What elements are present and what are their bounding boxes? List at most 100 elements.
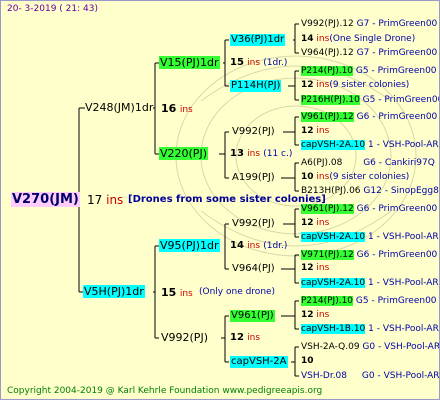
gen1-dam-ins-value: 15 xyxy=(161,286,177,299)
gen1-sire-ins: 16 ins xyxy=(161,103,193,115)
gen4-gen: G6 xyxy=(356,112,370,122)
gen4-group: VSH-Pool-AR xyxy=(384,342,440,352)
gen3-b1-ins: 12 ins xyxy=(301,127,329,136)
gen2-b-note: (11 c.) xyxy=(263,149,293,159)
gen4-group: PrimGreen00 xyxy=(378,112,438,122)
gen4-group: VSH-Pool-AR xyxy=(382,324,439,334)
gen4-gen: G7 xyxy=(356,19,370,29)
gen3-b2-ins: 10 ins(9 sister colonies) xyxy=(301,173,409,182)
gen3-c1-ins-label: ins xyxy=(316,218,330,228)
gen4-name: capVSH-2A.10 xyxy=(301,232,366,242)
gen2-a-name: V15(PJ)1dr xyxy=(159,56,220,69)
gen3-d2-name: capVSH-2A xyxy=(230,356,288,368)
gen3-c1-ins-value: 12 xyxy=(301,218,314,228)
gen2-c-ins: 14 ins (1dr.) xyxy=(230,241,287,251)
gen3-b1-ins-value: 12 xyxy=(301,126,314,136)
gen1-dam-note: (Only one drone) xyxy=(199,287,276,297)
gen1-dam-ins: 15 ins xyxy=(161,287,193,299)
gen4-row-2: V964(PJ).12 G7 - PrimGreen00 xyxy=(301,48,438,58)
gen4-row-11: V971(PJ).12 G6 - PrimGreen00 xyxy=(301,250,438,260)
gen2-b-ins-label: ins xyxy=(247,149,261,159)
gen4-row-15: VSH-2A-Q.09 G0 - VSH-Pool-AR xyxy=(301,342,440,352)
gen2-b-ins-value: 13 xyxy=(230,148,244,159)
date-stamp: 20- 3-2019 ( 21: 43) xyxy=(7,4,98,14)
gen4-gen: G0 xyxy=(362,342,376,352)
gen4-gen: G6 xyxy=(363,158,376,168)
gen3-d1-ins: 12 ins xyxy=(301,311,329,320)
root-ins-label: ins xyxy=(106,193,124,207)
root-ins: 17 ins xyxy=(87,194,123,206)
gen3-a2-ins: 12 ins(9 sister colonies) xyxy=(301,81,409,90)
gen4-name: P214(PJ).10 xyxy=(301,66,354,76)
gen4-gen: G7 xyxy=(356,48,370,58)
gen4-group: PrimGreen00 xyxy=(378,48,438,58)
gen4-row-4: P216H(PJ).10 G5 - PrimGreen00 xyxy=(300,95,440,106)
gen4-gen: G6 xyxy=(356,250,370,260)
gen3-a1-ins: 14 ins(One Single Drone) xyxy=(301,35,415,44)
gen4-name: capVSH-2A.10 xyxy=(301,140,366,150)
gen1-dam-ins-label: ins xyxy=(179,289,193,299)
gen3-a2-ins-label: ins xyxy=(316,80,330,90)
gen4-gen: G5 xyxy=(355,296,369,306)
gen2-c-ins-value: 14 xyxy=(230,240,244,251)
gen3-c2-ins-label: ins xyxy=(316,263,330,273)
root-note: [Drones from some sister colonies] xyxy=(128,194,326,205)
gen4-name: V964(PJ).12 xyxy=(301,48,354,58)
gen3-d2-ins: 10 xyxy=(301,357,314,366)
gen3-a1-ins-label: ins xyxy=(316,34,330,44)
gen3-d2-ins-value: 10 xyxy=(301,356,314,366)
gen1-sire-ins-label: ins xyxy=(179,105,193,115)
gen4-name: V971(PJ).12 xyxy=(301,250,354,260)
gen2-d-ins: 12 ins xyxy=(230,333,260,343)
gen4-row-10: capVSH-2A.10 1 - VSH-Pool-AR xyxy=(301,232,439,242)
gen4-group: SinopEgg86R xyxy=(390,186,439,196)
gen4-gen: G5 xyxy=(362,95,376,105)
gen4-group: PrimGreen00 xyxy=(377,296,437,306)
gen4-gen: G6 xyxy=(356,204,370,214)
gen3-b2-ins-value: 10 xyxy=(301,172,314,182)
gen4-name: VSH-Dr.08 xyxy=(301,371,348,381)
gen3-c2-name: V964(PJ) xyxy=(232,263,275,274)
gen4-group: VSH-Pool-AR xyxy=(382,232,439,242)
gen3-b1-ins-label: ins xyxy=(316,126,330,136)
gen4-group: PrimGreen00 xyxy=(378,19,438,29)
gen4-group: PrimGreen00 xyxy=(384,95,440,105)
gen4-gen: G12 xyxy=(363,186,382,196)
gen4-name: V961(PJ).12 xyxy=(301,112,354,122)
gen4-row-12: capVSH-2A.10 1 - VSH-Pool-AR xyxy=(301,278,439,288)
gen2-c-name: V95(PJ)1dr xyxy=(159,239,220,252)
gen1-dam-name: V5H(PJ)1dr xyxy=(83,285,145,298)
gen4-group: VSH-Pool-AR xyxy=(383,371,440,381)
gen2-c-ins-label: ins xyxy=(247,241,261,251)
gen4-row-16: VSH-Dr.08 G0 - VSH-Pool-AR xyxy=(301,371,440,381)
gen3-a2-note: (9 sister colonies) xyxy=(329,80,410,90)
gen2-b-ins: 13 ins (11 c.) xyxy=(230,149,292,159)
gen4-gen: G0 xyxy=(361,371,375,381)
gen4-name: P216H(PJ).10 xyxy=(301,95,360,105)
gen4-name: VSH-2A-Q.09 xyxy=(301,342,360,352)
root-name: V270(JM) xyxy=(11,192,80,207)
gen3-c1-name: V992(PJ) xyxy=(232,218,275,229)
gen3-a1-note: (One Single Drone) xyxy=(329,34,416,44)
gen3-a1-ins-value: 14 xyxy=(301,34,314,44)
gen4-group: PrimGreen00 xyxy=(378,250,438,260)
pedigree-chart: 20- 3-2019 ( 21: 43) V270(JM) 17 ins [Dr… xyxy=(0,0,440,400)
gen2-a-ins: 15 ins (1dr.) xyxy=(230,58,287,68)
gen3-c1-ins: 12 ins xyxy=(301,219,329,228)
gen4-name: V961(PJ).12 xyxy=(301,204,354,214)
gen2-d-name: V992(PJ) xyxy=(161,331,208,344)
gen4-group: VSH-Pool-AR xyxy=(382,140,439,150)
gen4-group: Cankiri97Q xyxy=(384,158,435,168)
gen4-row-6: capVSH-2A.10 1 - VSH-Pool-AR xyxy=(301,140,439,150)
gen2-d-ins-label: ins xyxy=(247,333,261,343)
gen4-name: capVSH-2A.10 xyxy=(301,278,366,288)
gen4-gen: G5 xyxy=(355,66,369,76)
gen4-row-14: capVSH-1B.10 1 - VSH-Pool-AR xyxy=(301,324,439,334)
gen3-d1-name: V961(PJ) xyxy=(230,310,275,322)
gen3-b1-name: V992(PJ) xyxy=(232,126,275,137)
gen4-group: PrimGreen00 xyxy=(377,66,437,76)
gen4-group: VSH-Pool-AR xyxy=(382,278,439,288)
gen4-group: PrimGreen00 xyxy=(378,204,438,214)
gen2-b-name: V220(PJ) xyxy=(159,147,208,160)
gen3-c2-ins: 12 ins xyxy=(301,264,329,273)
